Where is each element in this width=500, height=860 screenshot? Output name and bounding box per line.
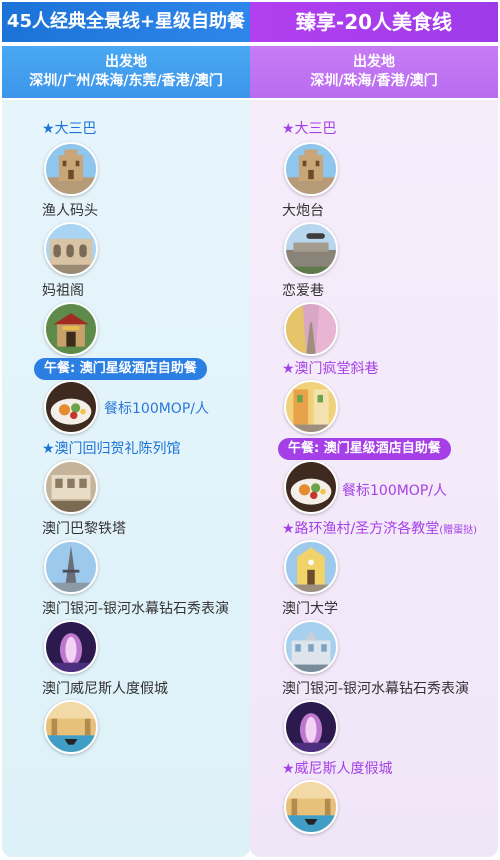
stop-label: 澳门大学 <box>282 601 338 617</box>
lunch-badge: 午餐: 澳门星级酒店自助餐 <box>34 358 207 380</box>
route-column-right: 臻享-20人美食线 出发地 深圳/珠海/香港/澳门 ★大三巴 大炮台 恋爱巷 ★… <box>250 0 498 860</box>
alley-photo-icon <box>284 380 338 434</box>
meal-price: 餐标100MOP/人 <box>104 401 209 417</box>
origin-label-right: 出发地 <box>353 54 395 70</box>
stop-label: ★路环渔村/圣方济各教堂(赠蛋挞) <box>282 518 477 538</box>
stop-label: 大炮台 <box>282 203 324 219</box>
origin-label-left: 出发地 <box>105 54 147 70</box>
itinerary-left: ★大三巴 渔人码头 妈祖阁 午餐: 澳门星级酒店自助餐 餐标100MOP/人 ★… <box>2 100 250 857</box>
origin-box-right: 出发地 深圳/珠海/香港/澳门 <box>250 46 498 98</box>
stop-label: 澳门银河-银河水幕钻石秀表演 <box>42 601 230 617</box>
stop-label: 渔人码头 <box>42 203 98 219</box>
temple-photo-icon <box>44 302 98 356</box>
ruins-photo-icon <box>44 142 98 196</box>
stop-label: ★大三巴 <box>282 121 337 137</box>
church-photo-icon <box>284 540 338 594</box>
stop-label: 澳门巴黎铁塔 <box>42 521 126 537</box>
wharf-photo-icon <box>44 222 98 276</box>
lunch-badge: 午餐: 澳门星级酒店自助餐 <box>278 438 451 460</box>
stop-label: 恋爱巷 <box>282 283 324 299</box>
buffet-photo-icon <box>44 380 98 434</box>
stop-label: 妈祖阁 <box>42 283 84 299</box>
stop-label: ★大三巴 <box>42 121 97 137</box>
alley-photo-icon <box>284 302 338 356</box>
origin-list-right: 深圳/珠海/香港/澳门 <box>310 73 438 89</box>
route-column-left: 45人经典全景线+星级自助餐 出发地 深圳/广州/珠海/东莞/香港/澳门 ★大三… <box>2 0 250 860</box>
ruins-photo-icon <box>284 142 338 196</box>
origin-list-left: 深圳/广州/珠海/东莞/香港/澳门 <box>29 73 223 89</box>
stop-label-text: ★路环渔村/圣方济各教堂 <box>282 521 440 537</box>
stop-label: ★澳门回归贺礼陈列馆 <box>42 441 181 457</box>
venetian-photo-icon <box>44 700 98 754</box>
fortress-photo-icon <box>284 222 338 276</box>
fountain-photo-icon <box>44 620 98 674</box>
university-photo-icon <box>284 620 338 674</box>
buffet-photo-icon <box>284 460 338 514</box>
stop-label: 澳门银河-银河水幕钻石秀表演 <box>282 681 470 697</box>
route-title-right: 臻享-20人美食线 <box>250 2 498 42</box>
eiffel-photo-icon <box>44 540 98 594</box>
itinerary-right: ★大三巴 大炮台 恋爱巷 ★澳门疯堂斜巷 午餐: 澳门星级酒店自助餐 餐标100… <box>250 100 498 857</box>
stop-label: ★威尼斯人度假城 <box>282 761 393 777</box>
museum-photo-icon <box>44 460 98 514</box>
route-title-left: 45人经典全景线+星级自助餐 <box>2 2 250 42</box>
stop-note: (赠蛋挞) <box>439 525 478 536</box>
origin-box-left: 出发地 深圳/广州/珠海/东莞/香港/澳门 <box>2 46 250 98</box>
meal-price: 餐标100MOP/人 <box>342 483 447 499</box>
stop-label: 澳门威尼斯人度假城 <box>42 681 168 697</box>
venetian-photo-icon <box>284 780 338 834</box>
stop-label: ★澳门疯堂斜巷 <box>282 361 379 377</box>
galaxy-photo-icon <box>284 700 338 754</box>
